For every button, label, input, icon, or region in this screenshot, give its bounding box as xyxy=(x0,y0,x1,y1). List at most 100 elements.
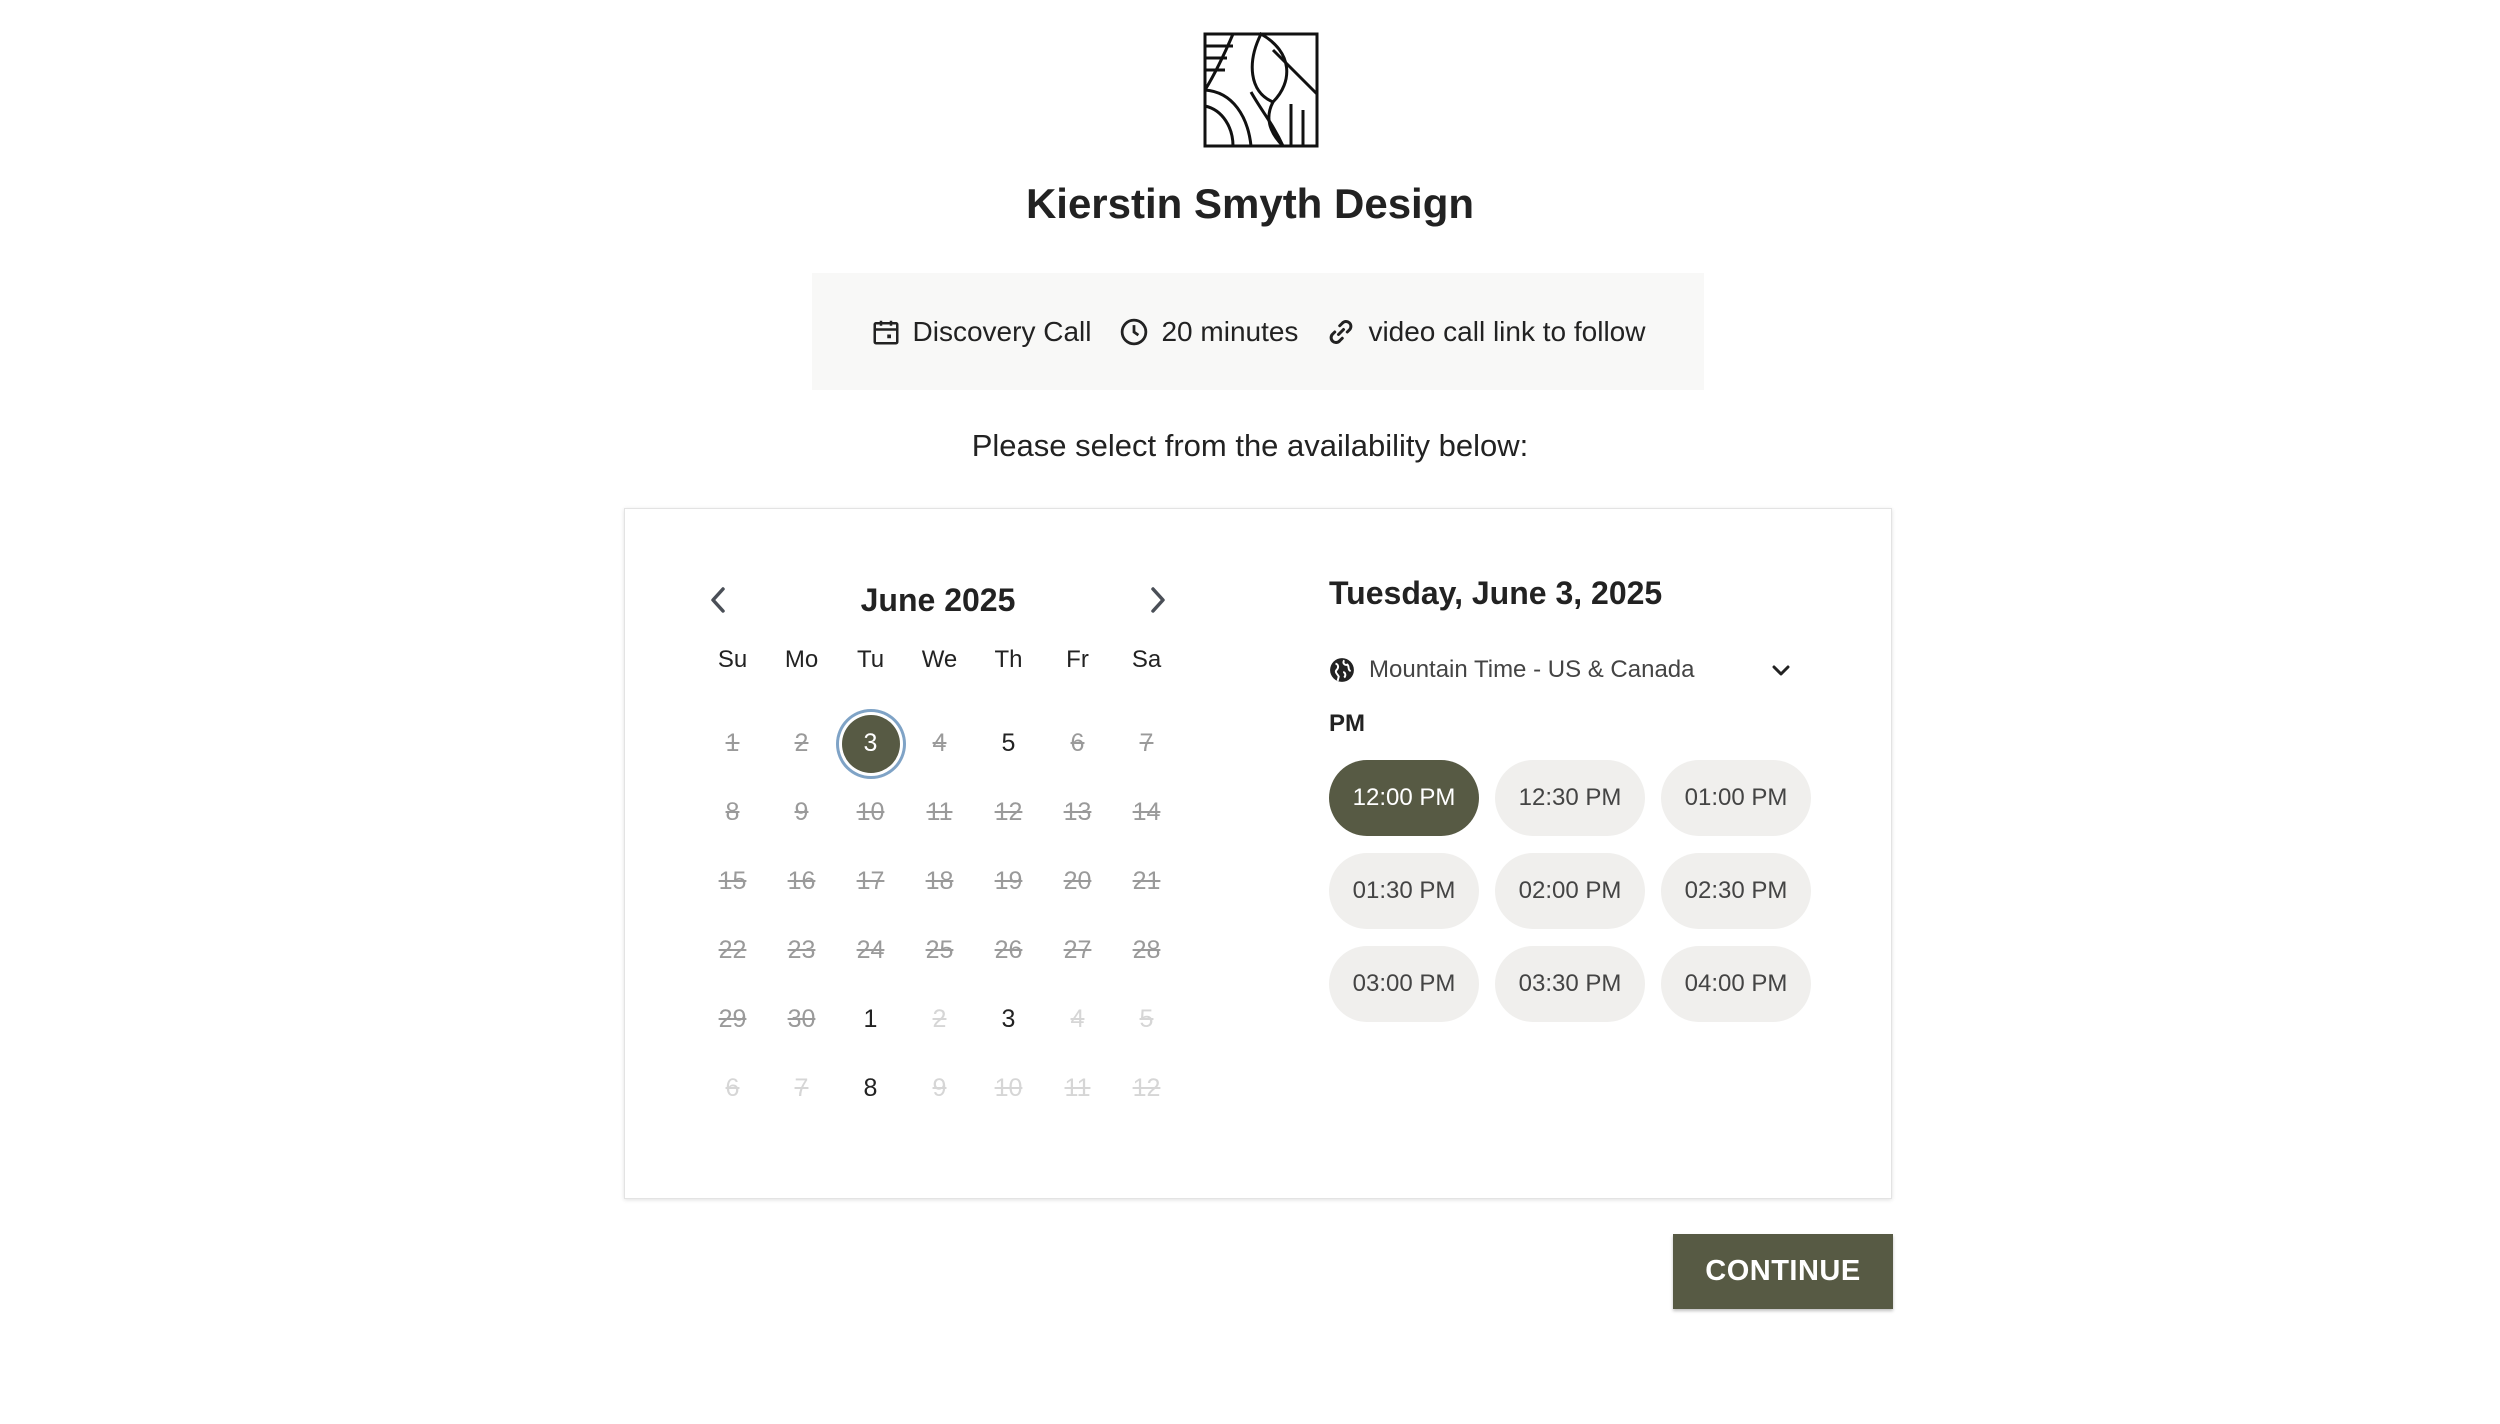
calendar-day: 9 xyxy=(767,778,836,847)
calendar-icon xyxy=(873,320,899,344)
calendar-day-number: 6 xyxy=(725,1074,740,1102)
time-slot[interactable]: 01:30 PM xyxy=(1329,853,1479,929)
calendar-day-number: 8 xyxy=(725,798,740,826)
calendar-day-number: 4 xyxy=(1070,1005,1085,1033)
link-icon xyxy=(1330,319,1353,344)
calendar-day-number: 15 xyxy=(718,867,747,895)
meeting-type: Discovery Call xyxy=(871,315,1092,348)
calendar-day: 24 xyxy=(836,916,905,985)
calendar-day-number: 16 xyxy=(787,867,816,895)
calendar-day-number: 28 xyxy=(1132,936,1161,964)
calendar-day-number: 21 xyxy=(1132,867,1161,895)
calendar-day-number: 5 xyxy=(1001,729,1016,757)
calendar-day-number: 10 xyxy=(994,1074,1023,1102)
calendar-day-number: 8 xyxy=(863,1074,878,1102)
time-slot[interactable]: 03:30 PM xyxy=(1495,946,1645,1022)
calendar-day-number: 1 xyxy=(725,729,740,757)
calendar-day: 4 xyxy=(905,709,974,778)
calendar-day-number: 27 xyxy=(1063,936,1092,964)
calendar-day: 2 xyxy=(905,985,974,1054)
calendar-day-number: 2 xyxy=(932,1005,947,1033)
calendar-day-number: 12 xyxy=(994,798,1023,826)
calendar-day: 28 xyxy=(1112,916,1181,985)
calendar-day-selected[interactable]: 3 xyxy=(836,709,905,778)
calendar-day-number: 17 xyxy=(856,867,885,895)
calendar-day[interactable]: 8 xyxy=(836,1054,905,1123)
calendar-day: 4 xyxy=(1043,985,1112,1054)
time-slot-selected[interactable]: 12:00 PM xyxy=(1329,760,1479,836)
calendar-day-number: 23 xyxy=(787,936,816,964)
calendar-day: 22 xyxy=(698,916,767,985)
calendar-day: 10 xyxy=(974,1054,1043,1123)
calendar-day[interactable]: 3 xyxy=(974,985,1043,1054)
calendar-day-number: 29 xyxy=(718,1005,747,1033)
calendar-day-number: 9 xyxy=(794,798,809,826)
calendar-day: 11 xyxy=(1043,1054,1112,1123)
time-slot-grid: 12:00 PM 12:30 PM 01:00 PM 01:30 PM 02:00 PM… xyxy=(1329,760,1811,1022)
time-slot[interactable]: 01:00 PM xyxy=(1661,760,1811,836)
calendar-day: 7 xyxy=(767,1054,836,1123)
brand-name: Kierstin Smyth Design xyxy=(1025,180,1475,227)
meeting-type-label: Discovery Call xyxy=(912,315,1092,347)
calendar-day-number: 26 xyxy=(994,936,1023,964)
prev-month-button[interactable] xyxy=(696,578,740,622)
calendar-day-number: 10 xyxy=(856,798,885,826)
calendar-day-number: 12 xyxy=(1132,1074,1161,1102)
chevron-right-icon xyxy=(1151,587,1165,613)
globe-icon xyxy=(1330,658,1354,682)
calendar-day: 25 xyxy=(905,916,974,985)
calendar-day: 27 xyxy=(1043,916,1112,985)
meeting-info-bar: Discovery Call 20 minutes video call lin… xyxy=(812,273,1704,390)
calendar-day: 13 xyxy=(1043,778,1112,847)
calendar-day: 14 xyxy=(1112,778,1181,847)
calendar-day: 15 xyxy=(698,847,767,916)
calendar-day-number: 3 xyxy=(841,714,900,773)
weekday-label: We xyxy=(921,646,958,673)
brand-logo-icon xyxy=(1203,32,1319,148)
calendar-day: 9 xyxy=(905,1054,974,1123)
calendar-header: June 2025 xyxy=(696,572,1180,628)
calendar-day: 1 xyxy=(698,709,767,778)
time-slot[interactable]: 02:30 PM xyxy=(1661,853,1811,929)
calendar-day: 17 xyxy=(836,847,905,916)
calendar-day-number: 19 xyxy=(994,867,1023,895)
weekday-header-row: Su Mo Tu We Th Fr Sa xyxy=(698,642,1181,678)
continue-button[interactable]: CONTINUE xyxy=(1673,1234,1893,1309)
calendar-day-number: 7 xyxy=(794,1074,809,1102)
availability-instruction: Please select from the availability belo… xyxy=(971,428,1529,463)
calendar-day: 21 xyxy=(1112,847,1181,916)
meeting-location-label: video call link to follow xyxy=(1368,315,1646,347)
calendar-day-number: 11 xyxy=(1064,1074,1091,1102)
calendar-day[interactable]: 5 xyxy=(974,709,1043,778)
time-slot[interactable]: 12:30 PM xyxy=(1495,760,1645,836)
time-slot[interactable]: 03:00 PM xyxy=(1329,946,1479,1022)
calendar-day: 23 xyxy=(767,916,836,985)
chevron-left-icon xyxy=(711,587,725,613)
calendar-day-number: 9 xyxy=(932,1074,947,1102)
calendar-day-number: 2 xyxy=(794,729,809,757)
calendar-day-number: 7 xyxy=(1139,729,1154,757)
next-month-button[interactable] xyxy=(1136,578,1180,622)
calendar-day-number: 3 xyxy=(1001,1005,1016,1033)
time-period-label: PM xyxy=(1329,710,1365,737)
meeting-duration: 20 minutes xyxy=(1119,316,1298,348)
calendar-day-number: 25 xyxy=(925,936,954,964)
calendar-day-number: 1 xyxy=(863,1005,878,1033)
time-slot[interactable]: 02:00 PM xyxy=(1495,853,1645,929)
calendar-day: 8 xyxy=(698,778,767,847)
calendar-day: 11 xyxy=(905,778,974,847)
meeting-location: video call link to follow xyxy=(1326,316,1645,348)
weekday-label: Tu xyxy=(856,646,885,673)
calendar-day: 30 xyxy=(767,985,836,1054)
calendar-day-number: 14 xyxy=(1132,798,1161,826)
calendar-day-number: 5 xyxy=(1139,1005,1154,1033)
meeting-duration-label: 20 minutes xyxy=(1161,315,1299,347)
time-slot[interactable]: 04:00 PM xyxy=(1661,946,1811,1022)
selected-date-title: Tuesday, June 3, 2025 xyxy=(1329,575,1663,611)
calendar-day-number: 20 xyxy=(1063,867,1092,895)
calendar-day: 5 xyxy=(1112,985,1181,1054)
timezone-select[interactable]: Mountain Time - US & Canada xyxy=(1329,650,1793,690)
calendar-day-number: 13 xyxy=(1063,798,1092,826)
timezone-label: Mountain Time - US & Canada xyxy=(1369,656,1695,683)
calendar-day[interactable]: 1 xyxy=(836,985,905,1054)
